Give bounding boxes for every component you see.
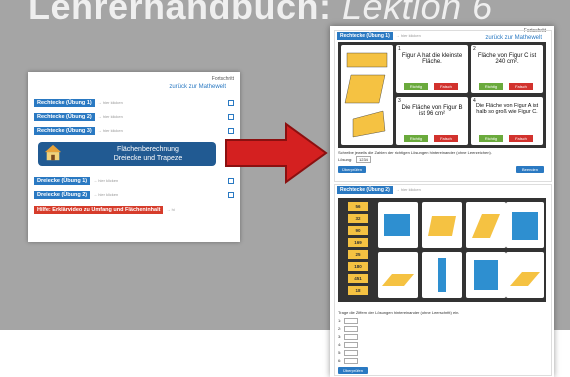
- section-header: Rechtecke (Übung 2) → hier klicken: [335, 185, 551, 194]
- item-label: Rechtecke (Übung 3): [34, 126, 95, 135]
- question-card-1: 1 Figur A hat die kleinste Fläche. Richt…: [396, 45, 468, 93]
- false-button[interactable]: Falsch: [509, 135, 533, 142]
- list-item[interactable]: Rechtecke (Übung 2) → hier klicken: [34, 112, 123, 121]
- number-cell: 90: [348, 226, 368, 235]
- exercise-panel: 1 Figur A hat die kleinste Fläche. Richt…: [338, 42, 546, 148]
- shape-card: [422, 252, 462, 298]
- help-label: Hilfe: Erklärvideo zu Umfang und Flächen…: [34, 205, 164, 214]
- answer-input[interactable]: [344, 358, 358, 364]
- number-cell: 18: [348, 286, 368, 295]
- shape-card: [466, 252, 506, 298]
- number-cell: 56: [348, 202, 368, 211]
- shape-card: [422, 202, 462, 248]
- page-headline: Lehrerhandbuch: Lektion 6: [28, 0, 493, 28]
- true-button[interactable]: Richtig: [479, 83, 503, 90]
- false-button[interactable]: Falsch: [434, 135, 458, 142]
- shape-card: [378, 202, 418, 248]
- exercise-panel-2: 56 32 90 169 25 180 451 18: [338, 198, 546, 302]
- item-hint: → hier klicken: [93, 178, 119, 183]
- number-cell: 169: [348, 238, 368, 247]
- false-button[interactable]: Falsch: [434, 83, 458, 90]
- answer-input[interactable]: [344, 318, 358, 324]
- help-hint: → hi: [166, 207, 175, 212]
- open-icon[interactable]: [228, 114, 234, 120]
- list-item[interactable]: Rechtecke (Übung 3) → hier klicken: [34, 126, 123, 135]
- item-hint: → hier klicken: [97, 128, 123, 133]
- solution-label: Lösung:: [338, 157, 353, 162]
- help-item[interactable]: Hilfe: Erklärvideo zu Umfang und Flächen…: [34, 205, 175, 214]
- shapes-figure: [344, 52, 388, 138]
- item-label: Dreiecke (Übung 2): [34, 190, 91, 199]
- shape-card: [506, 252, 544, 298]
- instruction-text: Schreibe jeweils die Zahlen der richtige…: [338, 150, 492, 155]
- progress-label: Fortschritt: [211, 76, 234, 82]
- arrow-right-icon: [225, 122, 328, 184]
- section-title: Rechtecke (Übung 1): [337, 31, 393, 40]
- open-icon[interactable]: [228, 100, 234, 106]
- headline-main: Lehrerhandbuch:: [28, 0, 332, 27]
- item-hint: → hier klicken: [97, 114, 123, 119]
- instruction-text-2: Trage die Ziffern der Lösungen hinterein…: [338, 310, 460, 315]
- screenshot-exercise: Fortschritt zurück zur Mathewelt Rechtec…: [330, 26, 554, 377]
- back-link[interactable]: zurück zur Mathewelt: [169, 84, 226, 90]
- false-button[interactable]: Falsch: [509, 83, 533, 90]
- true-button[interactable]: Richtig: [479, 135, 503, 142]
- finish-button[interactable]: Beenden: [516, 166, 544, 173]
- number-cell: 32: [348, 214, 368, 223]
- section-title: Rechtecke (Übung 2): [337, 185, 393, 194]
- item-label: Rechtecke (Übung 1): [34, 98, 95, 107]
- item-label: Dreiecke (Übung 1): [34, 176, 91, 185]
- solution-input[interactable]: 1234: [356, 156, 371, 163]
- open-icon[interactable]: [228, 192, 234, 198]
- topic-banner[interactable]: Flächenberechnung Dreiecke und Trapeze: [38, 142, 216, 166]
- number-cell: 180: [348, 262, 368, 271]
- question-card-3: 3 Die Fläche von Figur B ist 96 cm² Rich…: [396, 97, 468, 145]
- item-hint: → hier klicken: [93, 192, 119, 197]
- true-button[interactable]: Richtig: [404, 83, 428, 90]
- list-item[interactable]: Rechtecke (Übung 1) → hier klicken: [34, 98, 123, 107]
- list-item[interactable]: Dreiecke (Übung 1) → hier klicken: [34, 176, 118, 185]
- list-item[interactable]: Dreiecke (Übung 2) → hier klicken: [34, 190, 118, 199]
- section-header: Rechtecke (Übung 1) → hier klicken: [335, 31, 551, 40]
- question-card-2: 2 Fläche von Figur C ist 240 cm². Richti…: [471, 45, 543, 93]
- answer-input[interactable]: [344, 334, 358, 340]
- banner-title: Flächenberechnung Dreiecke und Trapeze: [113, 146, 183, 162]
- headline-italic: Lektion 6: [342, 0, 493, 27]
- figure-card: [341, 45, 393, 145]
- item-hint: → hier klicken: [97, 100, 123, 105]
- item-label: Rechtecke (Übung 2): [34, 112, 95, 121]
- number-cell: 25: [348, 250, 368, 259]
- question-card-4: 4 Die Fläche von Figur A ist halb so gro…: [471, 97, 543, 145]
- answer-input[interactable]: [344, 342, 358, 348]
- answer-input[interactable]: [344, 350, 358, 356]
- check-button[interactable]: Überprüfen: [338, 166, 366, 173]
- shape-card: [378, 252, 418, 298]
- shape-card: [506, 202, 544, 248]
- true-button[interactable]: Richtig: [404, 135, 428, 142]
- house-icon: [44, 144, 62, 161]
- check-button-2[interactable]: Überprüfen: [338, 367, 368, 374]
- answer-input[interactable]: [344, 326, 358, 332]
- screenshot-overview: Fortschritt zurück zur Mathewelt Rechtec…: [28, 72, 240, 242]
- shape-card: [466, 202, 506, 248]
- number-cell: 451: [348, 274, 368, 283]
